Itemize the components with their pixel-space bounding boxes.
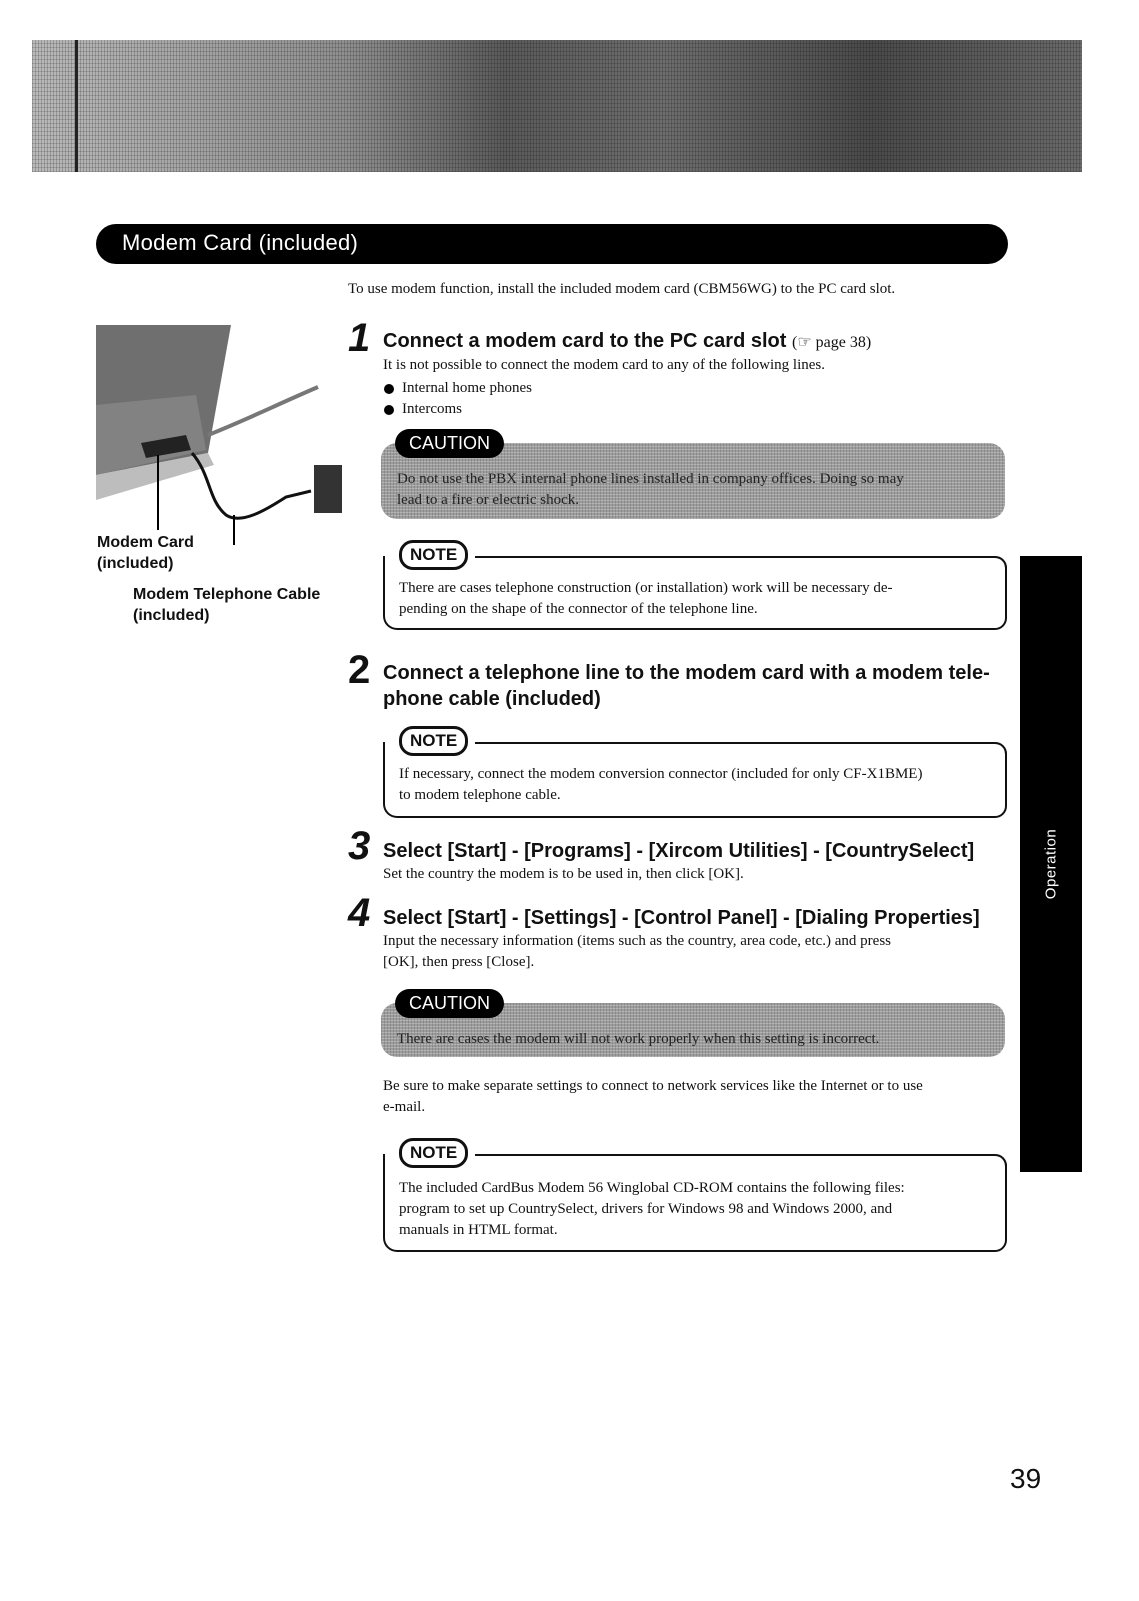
note-box: NOTE There are cases telephone construct… <box>383 540 1007 630</box>
note-label: NOTE <box>399 1138 469 1168</box>
modem-cable-label: Modem Telephone Cable (included) <box>133 584 320 626</box>
label-line: (included) <box>133 607 210 624</box>
label-line: Modem Card <box>97 534 194 551</box>
step-title: Select [Start] - [Programs] - [Xircom Ut… <box>383 840 975 862</box>
note-line: pending on the shape of the connector of… <box>399 601 758 617</box>
page-reference[interactable]: (☞ page 38) <box>792 334 871 351</box>
step-title-line: Connect a telephone line to the modem ca… <box>383 662 990 684</box>
note-line: manuals in HTML format. <box>399 1222 558 1238</box>
hand-pointer-icon: ☞ <box>797 334 812 351</box>
note-line: program to set up CountrySelect, drivers… <box>399 1201 893 1217</box>
caution-label: CAUTION <box>395 989 504 1018</box>
step-number: 2 <box>348 648 371 692</box>
step-number: 3 <box>348 824 371 868</box>
section-title: Modem Card (included) <box>122 230 359 255</box>
bullet-item: Intercoms <box>383 399 532 420</box>
label-line: Modem Telephone Cable <box>133 586 321 603</box>
caution-text: Do not use the PBX internal phone lines … <box>397 469 904 511</box>
caution-box: CAUTION There are cases the modem will n… <box>381 989 1005 1057</box>
caution-label: CAUTION <box>395 429 504 458</box>
step-text-line: [OK], then press [Close]. <box>383 954 535 970</box>
note-text: If necessary, connect the modem conversi… <box>399 764 995 806</box>
note-line: The included CardBus Modem 56 Winglobal … <box>399 1180 905 1196</box>
note-label: NOTE <box>399 540 469 570</box>
network-settings-text: Be sure to make separate settings to con… <box>383 1076 923 1118</box>
note-line: There are cases telephone construction (… <box>399 580 893 596</box>
page-reference-text: page 38 <box>815 334 866 351</box>
step-title: Select [Start] - [Settings] - [Control P… <box>383 907 980 929</box>
intro-text: To use modem function, install the inclu… <box>348 281 896 297</box>
note-text: The included CardBus Modem 56 Winglobal … <box>399 1178 995 1241</box>
banner-divider <box>75 40 78 172</box>
note-line: If necessary, connect the modem conversi… <box>399 766 923 782</box>
step-text: Input the necessary information (items s… <box>383 931 891 973</box>
step-title-text: Connect a modem card to the PC card slot <box>383 330 787 352</box>
step-text: Set the country the modem is to be used … <box>383 866 744 882</box>
side-tab-operation: Operation <box>1020 556 1082 1172</box>
note-label: NOTE <box>399 726 469 756</box>
section-title-bar: Modem Card (included) <box>96 224 1008 264</box>
bullet-list: Internal home phones Intercoms <box>383 378 532 420</box>
caution-text: There are cases the modem will not work … <box>397 1031 880 1047</box>
caution-line: Do not use the PBX internal phone lines … <box>397 471 904 487</box>
text-line: e-mail. <box>383 1099 426 1115</box>
text-line: Be sure to make separate settings to con… <box>383 1078 923 1094</box>
bullet-item: Internal home phones <box>383 378 532 399</box>
caution-box: CAUTION Do not use the PBX internal phon… <box>381 429 1005 519</box>
step-text: It is not possible to connect the modem … <box>383 357 825 373</box>
modem-card-label: Modem Card (included) <box>97 532 194 574</box>
caution-line: lead to a fire or electric shock. <box>397 492 579 508</box>
note-box: NOTE The included CardBus Modem 56 Wingl… <box>383 1138 1007 1252</box>
label-line: (included) <box>97 555 174 572</box>
laptop-modem-illustration <box>96 325 342 545</box>
step-number: 4 <box>348 891 371 935</box>
note-text: There are cases telephone construction (… <box>399 578 995 620</box>
step-text-line: Input the necessary information (items s… <box>383 933 892 949</box>
step-title-line: phone cable (included) <box>383 688 601 710</box>
step-title: Connect a modem card to the PC card slot… <box>383 328 871 356</box>
side-tab-label: Operation <box>1042 828 1060 900</box>
header-banner-image <box>32 40 1082 172</box>
step-number: 1 <box>348 316 371 360</box>
step-title: Connect a telephone line to the modem ca… <box>383 660 990 712</box>
note-box: NOTE If necessary, connect the modem con… <box>383 726 1007 818</box>
page-number: 39 <box>1010 1463 1042 1494</box>
note-line: to modem telephone cable. <box>399 787 561 803</box>
